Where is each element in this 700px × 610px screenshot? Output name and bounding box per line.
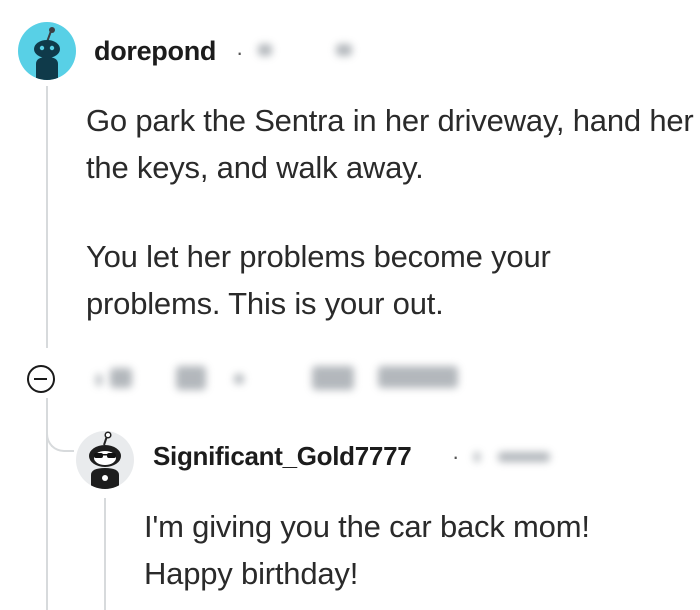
reply-username[interactable]: Significant_Gold7777 [153,441,412,472]
redacted-meta [498,452,550,462]
thread-line-reply [104,498,106,610]
meta-separator: · [452,444,460,469]
redacted-meta [336,44,352,56]
redacted-action [234,374,244,384]
redacted-meta [474,452,480,462]
comment-body-paragraph: You let her problems become your problem… [86,239,551,321]
reply-body-line: I'm giving you the car back mom! [144,509,590,544]
redacted-meta [258,44,272,56]
avatar[interactable] [18,22,76,80]
redacted-action [176,366,206,390]
thread-branch-connector [46,410,74,452]
avatar[interactable] [76,431,134,489]
reddit-snoo-avatar-icon [34,27,60,80]
comment-body-paragraph: Go park the Sentra in her driveway, hand… [86,103,694,185]
reddit-snoo-avatar-icon [89,431,121,489]
thread-line-main [46,86,48,348]
redacted-action [378,366,458,388]
reply-body-line: Happy birthday! [144,556,359,591]
redacted-action [312,366,354,390]
collapse-minus-icon[interactable] [27,365,55,393]
comment-username[interactable]: dorepond [94,36,216,67]
redacted-action [110,368,132,388]
redacted-action [96,374,102,386]
meta-separator: · [236,40,244,65]
